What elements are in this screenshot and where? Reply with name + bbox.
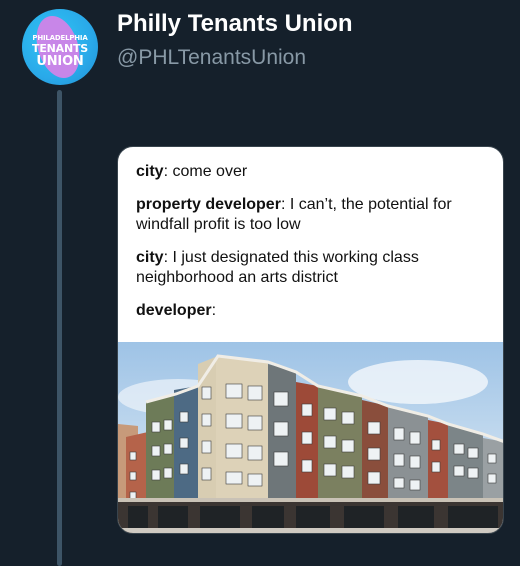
meme-line-text: : I just designated this working class n… — [136, 249, 419, 286]
meme-speaker: city — [136, 249, 164, 266]
meme-line: city: come over — [136, 162, 491, 182]
meme-line-text: : — [211, 302, 217, 319]
thread-connector-line — [57, 90, 62, 566]
meme-speaker: city — [136, 163, 164, 180]
avatar-text-line-3: UNION — [36, 54, 84, 69]
apartment-building-photo — [118, 342, 503, 533]
meme-speaker: developer — [136, 302, 212, 319]
meme-speaker: property developer — [136, 196, 281, 213]
avatar[interactable]: PHILADELPHIA TENANTS UNION — [22, 9, 98, 85]
meme-line-text: : come over — [163, 163, 248, 180]
meme-line: property developer: I can’t, the potenti… — [136, 195, 491, 235]
meme-line: city: I just designated this working cla… — [136, 248, 491, 288]
author-display-name[interactable]: Philly Tenants Union — [117, 10, 353, 38]
meme-line: developer: — [136, 301, 491, 321]
media-image-card[interactable]: city: come over property developer: I ca… — [117, 146, 504, 534]
meme-text-block: city: come over property developer: I ca… — [136, 162, 491, 334]
tweet-container: PHILADELPHIA TENANTS UNION Philly Tenant… — [0, 0, 520, 566]
author-handle[interactable]: @PHLTenantsUnion — [117, 46, 306, 70]
avatar-text-line-1: PHILADELPHIA — [32, 34, 88, 42]
